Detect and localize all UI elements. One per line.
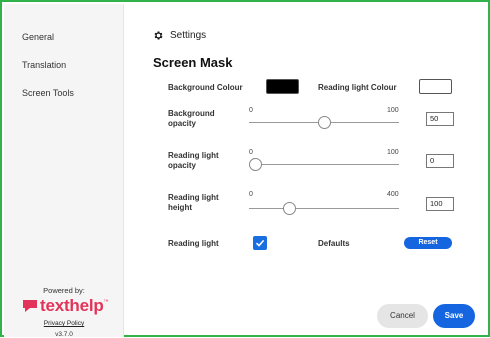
privacy-policy-link[interactable]: Privacy Policy: [4, 320, 124, 327]
reading-light-height-label-line2: height: [168, 203, 192, 212]
reading-light-opacity-input[interactable]: 0: [426, 154, 454, 168]
defaults-label: Defaults: [318, 239, 350, 248]
reading-light-height-input[interactable]: 100: [426, 197, 454, 211]
reset-button[interactable]: Reset: [404, 237, 452, 249]
sidebar-item-general[interactable]: General: [22, 32, 54, 42]
reading-light-opacity-slider[interactable]: [249, 164, 399, 165]
reading-light-label: Reading light: [168, 239, 219, 248]
background-opacity-label: Background opacity: [168, 109, 215, 129]
background-colour-swatch[interactable]: [266, 79, 299, 94]
brand-trademark: ™: [103, 299, 109, 305]
reading-light-opacity-slider-thumb[interactable]: [248, 158, 262, 171]
reading-light-height-slider-thumb[interactable]: [283, 202, 296, 215]
sidebar-item-translation[interactable]: Translation: [22, 60, 66, 70]
sidebar-item-screen-tools[interactable]: Screen Tools: [22, 88, 74, 98]
background-opacity-input[interactable]: 50: [426, 112, 454, 126]
reading-light-opacity-label-line2: opacity: [168, 161, 197, 170]
powered-by-label: Powered by:: [43, 286, 85, 295]
background-opacity-slider-thumb[interactable]: [317, 116, 331, 129]
reading-light-colour-swatch[interactable]: [419, 79, 452, 94]
reading-light-checkbox[interactable]: [253, 236, 267, 250]
reading-light-height-slider[interactable]: [249, 208, 399, 209]
reading-light-opacity-label: Reading light opacity: [168, 151, 219, 171]
sidebar: General Translation Screen Tools Powered…: [4, 4, 124, 338]
page-header: Settings: [153, 30, 206, 41]
reading-light-opacity-max: 100: [387, 149, 399, 156]
settings-window: General Translation Screen Tools Powered…: [0, 0, 490, 338]
background-colour-label: Background Colour: [168, 83, 243, 92]
background-opacity-min: 0: [249, 107, 253, 114]
gear-icon: [154, 31, 163, 40]
texthelp-logo: texthelp ™: [22, 295, 112, 317]
background-opacity-max: 100: [387, 107, 399, 114]
background-opacity-label-line1: Background: [168, 109, 215, 118]
save-button[interactable]: Save: [433, 304, 475, 328]
reading-light-height-label-line1: Reading light: [168, 193, 219, 202]
background-opacity-label-line2: opacity: [168, 119, 197, 128]
page-title: Settings: [170, 30, 207, 41]
texthelp-logo-icon: [23, 300, 37, 312]
checkmark-icon: [255, 239, 265, 247]
reading-light-colour-label: Reading light Colour: [318, 83, 397, 92]
reading-light-height-label: Reading light height: [168, 193, 219, 213]
reading-light-height-max: 400: [387, 191, 399, 198]
reading-light-height-min: 0: [249, 191, 253, 198]
brand-name: texthelp: [40, 296, 104, 315]
section-title: Screen Mask: [153, 55, 233, 70]
reading-light-opacity-min: 0: [249, 149, 253, 156]
reading-light-opacity-label-line1: Reading light: [168, 151, 219, 160]
cancel-button[interactable]: Cancel: [377, 304, 428, 328]
